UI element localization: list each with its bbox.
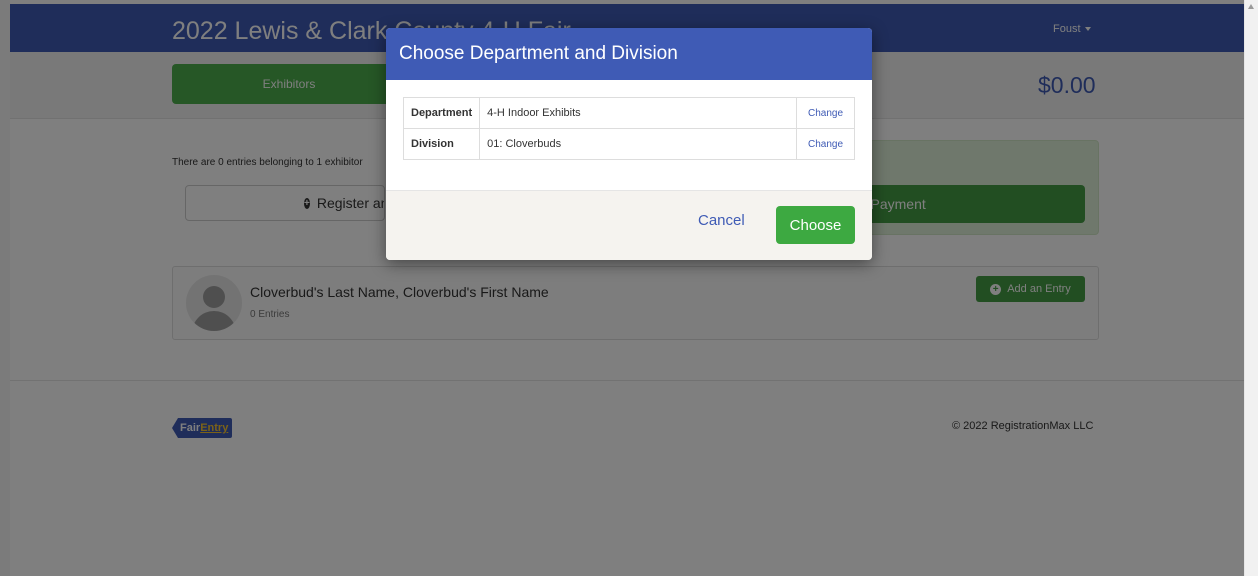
page-scrollbar[interactable] [1244, 0, 1258, 576]
dialog-body: Department 4-H Indoor Exhibits Change Di… [386, 80, 872, 190]
department-label: Department [402, 97, 481, 129]
choose-department-dialog: Choose Department and Division Departmen… [386, 28, 872, 260]
selection-table: Department 4-H Indoor Exhibits Change Di… [402, 97, 855, 160]
choose-button[interactable]: Choose [776, 206, 855, 244]
change-division-link[interactable]: Change [796, 128, 855, 160]
department-row: Department 4-H Indoor Exhibits Change [402, 97, 855, 129]
division-row: Division 01: Cloverbuds Change [402, 128, 855, 160]
page: 2022 Lewis & Clark County 4-H Fair Foust… [0, 0, 1258, 576]
division-label: Division [402, 128, 481, 160]
division-value: 01: Cloverbuds [479, 128, 797, 160]
department-value: 4-H Indoor Exhibits [479, 97, 797, 129]
dialog-title: Choose Department and Division [399, 43, 678, 64]
dialog-header: Choose Department and Division [386, 28, 872, 80]
cancel-button[interactable]: Cancel [698, 212, 745, 229]
change-department-link[interactable]: Change [796, 97, 855, 129]
scroll-up-arrow-icon[interactable] [1248, 4, 1254, 9]
dialog-footer: Cancel Choose [386, 190, 872, 260]
